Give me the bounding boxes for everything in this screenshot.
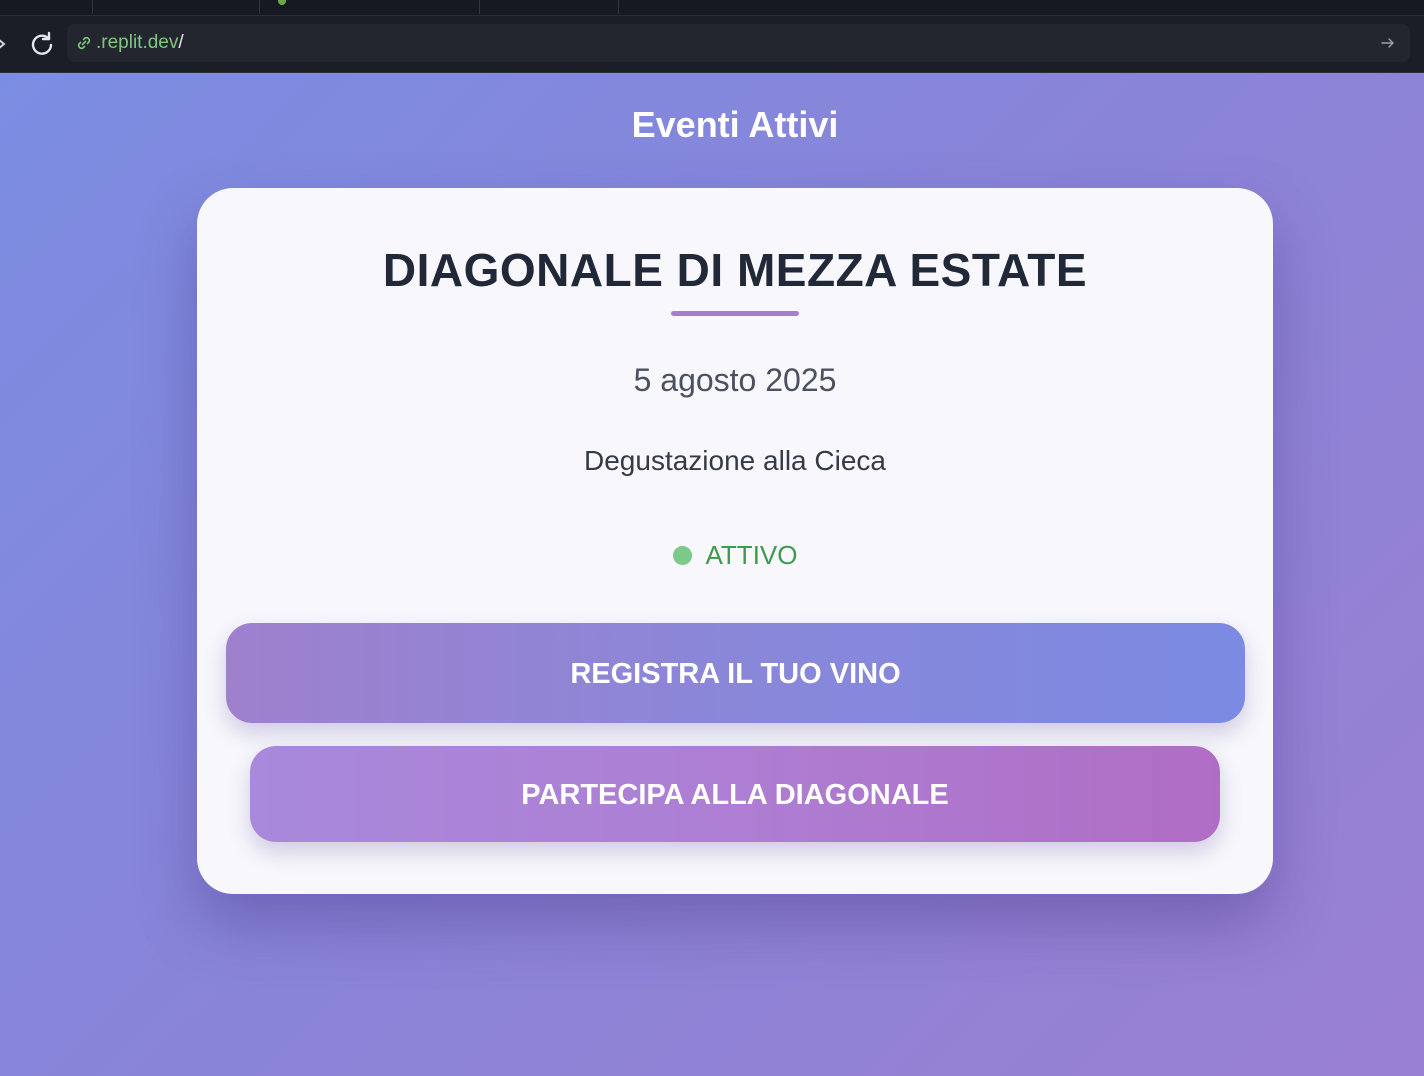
browser-tab[interactable] <box>92 0 259 14</box>
browser-tab[interactable] <box>479 0 619 14</box>
status-badge: ATTIVO <box>197 538 1273 572</box>
status-dot-icon <box>672 546 692 565</box>
event-title: DIAGONALE DI MEZZA ESTATE <box>382 244 1088 296</box>
join-diagonal-button[interactable]: PARTECIPA ALLA DIAGONALE <box>250 746 1220 842</box>
tab-favicon-icon <box>278 0 286 5</box>
tab-divider <box>618 0 620 14</box>
event-card: DIAGONALE DI MEZZA ESTATE 5 agosto 2025 … <box>197 188 1273 894</box>
url-text: .replit.dev/ <box>96 33 184 53</box>
event-description: Degustazione alla Cieca <box>584 445 886 476</box>
page-title: Eventi Attivi <box>631 104 839 145</box>
event-date: 5 agosto 2025 <box>633 362 837 398</box>
address-bar[interactable]: .replit.dev/ <box>67 24 1410 62</box>
url-host: .replit.dev <box>96 32 179 53</box>
title-underline <box>671 311 799 316</box>
browser-toolbar: .replit.dev/ <box>0 16 1424 73</box>
page-background: Eventi Attivi DIAGONALE DI MEZZA ESTATE … <box>0 73 1424 1076</box>
reload-icon[interactable] <box>28 30 56 58</box>
register-wine-button[interactable]: REGISTRA IL TUO VINO <box>226 623 1245 723</box>
forward-arrow-icon[interactable] <box>0 34 12 54</box>
go-arrow-icon[interactable] <box>1380 35 1396 51</box>
link-icon <box>75 34 93 52</box>
browser-tab[interactable] <box>259 0 479 14</box>
url-path: / <box>178 32 184 53</box>
browser-tab-strip <box>0 0 1424 16</box>
status-label: ATTIVO <box>705 540 798 570</box>
